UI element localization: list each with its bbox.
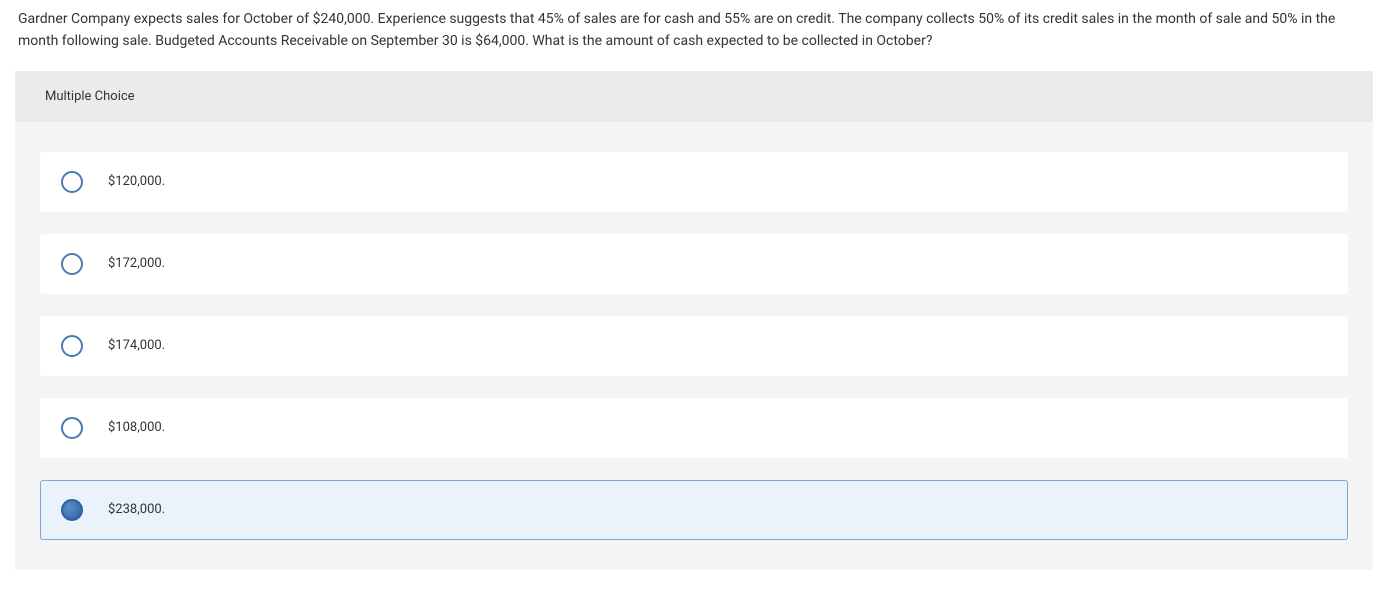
option-4[interactable]: $238,000. [40,480,1348,540]
answers-container: Multiple Choice $120,000. $172,000. $174… [15,71,1373,570]
radio-icon [61,335,83,357]
radio-icon [61,417,83,439]
option-label: $108,000. [108,420,165,435]
option-label: $172,000. [108,256,165,271]
option-label: $174,000. [108,338,165,353]
option-2[interactable]: $174,000. [40,316,1348,376]
radio-icon [61,171,83,193]
radio-icon [61,253,83,275]
options-list: $120,000. $172,000. $174,000. $108,000. … [15,122,1373,540]
radio-icon [61,499,83,521]
option-0[interactable]: $120,000. [40,152,1348,212]
multiple-choice-header: Multiple Choice [15,71,1373,122]
option-1[interactable]: $172,000. [40,234,1348,294]
option-3[interactable]: $108,000. [40,398,1348,458]
question-text: Gardner Company expects sales for Octobe… [0,0,1388,71]
option-label: $120,000. [108,174,165,189]
option-label: $238,000. [108,502,165,517]
